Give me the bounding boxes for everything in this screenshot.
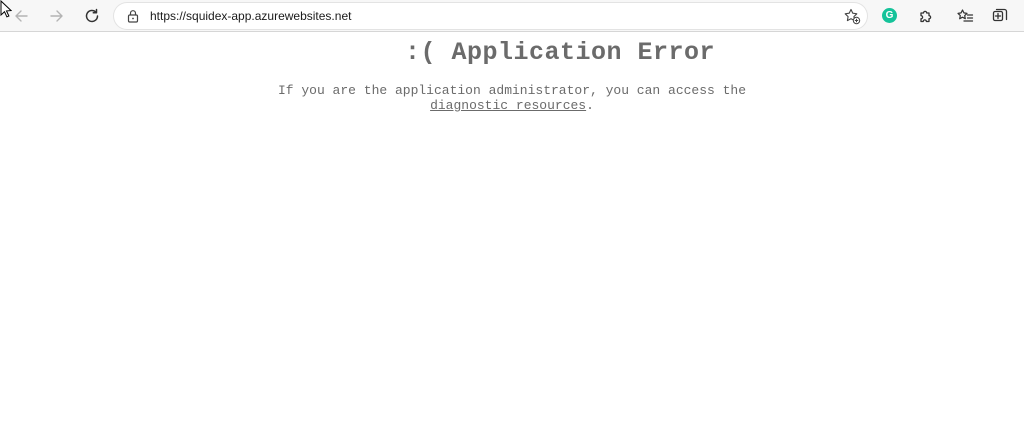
collections-button[interactable]	[988, 4, 1012, 28]
address-bar[interactable]: https://squidex-app.azurewebsites.net	[114, 3, 867, 29]
star-plus-icon[interactable]	[843, 7, 861, 25]
refresh-icon	[85, 8, 99, 23]
extensions-button[interactable]	[914, 4, 938, 28]
url-text[interactable]: https://squidex-app.azurewebsites.net	[150, 3, 351, 29]
diagnostic-resources-link[interactable]: diagnostic resources	[430, 98, 586, 113]
page-content: :( Application Error If you are the appl…	[0, 32, 1024, 446]
message-text: If you are the application administrator…	[277, 83, 747, 98]
lock-icon[interactable]	[126, 9, 140, 23]
refresh-button[interactable]	[80, 4, 104, 28]
favorites-list-icon	[957, 9, 974, 22]
puzzle-icon	[920, 10, 932, 23]
message-period: .	[586, 98, 594, 113]
page-title: :( Application Error	[404, 38, 716, 67]
collections-icon	[992, 8, 1008, 22]
back-button[interactable]	[9, 4, 33, 28]
favorites-button[interactable]	[953, 4, 977, 28]
error-message: If you are the application administrator…	[272, 83, 752, 113]
grammarly-icon[interactable]: G	[882, 8, 897, 23]
mouse-cursor-icon	[0, 0, 12, 18]
browser-toolbar: https://squidex-app.azurewebsites.net G	[0, 0, 1024, 32]
arrow-left-icon	[15, 10, 28, 22]
forward-button[interactable]	[45, 4, 69, 28]
arrow-right-icon	[50, 10, 63, 22]
